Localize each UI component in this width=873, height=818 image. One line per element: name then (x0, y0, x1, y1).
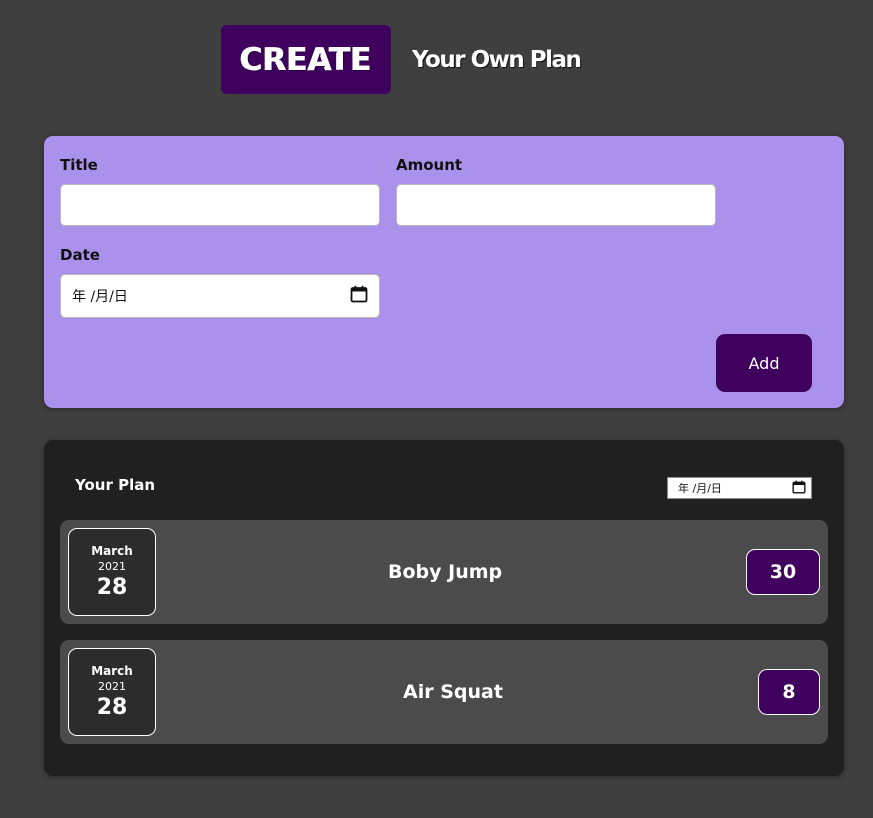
plan-item-amount: 8 (758, 669, 820, 715)
date-input[interactable]: 年 /月/日 (60, 274, 380, 318)
amount-input[interactable] (396, 184, 716, 226)
calendar-icon[interactable] (792, 480, 806, 497)
plan-item: March 2021 28 Air Squat 8 (60, 640, 828, 744)
amount-label: Amount (396, 156, 463, 174)
page-header: CREATE Your Own Plan (221, 25, 582, 94)
plan-item-year: 2021 (98, 559, 126, 573)
header-subtitle: Your Own Plan (412, 46, 582, 73)
create-badge: CREATE (221, 25, 391, 94)
calendar-icon[interactable] (350, 285, 368, 307)
add-button[interactable]: Add (716, 334, 812, 392)
plan-item-month: March (91, 543, 133, 558)
date-input-placeholder: 年 /月/日 (72, 289, 128, 305)
plan-item-amount: 30 (746, 549, 820, 595)
plan-item-title: Boby Jump (388, 561, 503, 583)
plan-item: March 2021 28 Boby Jump 30 (60, 520, 828, 624)
date-label: Date (60, 246, 100, 264)
plan-title: Your Plan (75, 476, 156, 494)
plan-item-date: March 2021 28 (68, 528, 156, 616)
plan-filter-date-input[interactable]: 年 /月/日 (667, 477, 812, 499)
filter-date-placeholder: 年 /月/日 (678, 482, 722, 495)
title-input[interactable] (60, 184, 380, 226)
plan-item-day: 28 (96, 574, 128, 600)
title-label: Title (60, 156, 98, 174)
plan-list-card: Your Plan 年 /月/日 March 2021 28 Boby Jump… (44, 440, 844, 776)
plan-item-day: 28 (96, 694, 128, 720)
plan-item-year: 2021 (98, 679, 126, 693)
create-plan-form: Title Amount Date 年 /月/日 Add (44, 136, 844, 408)
plan-item-date: March 2021 28 (68, 648, 156, 736)
plan-item-month: March (91, 663, 133, 678)
plan-item-title: Air Squat (403, 681, 503, 703)
